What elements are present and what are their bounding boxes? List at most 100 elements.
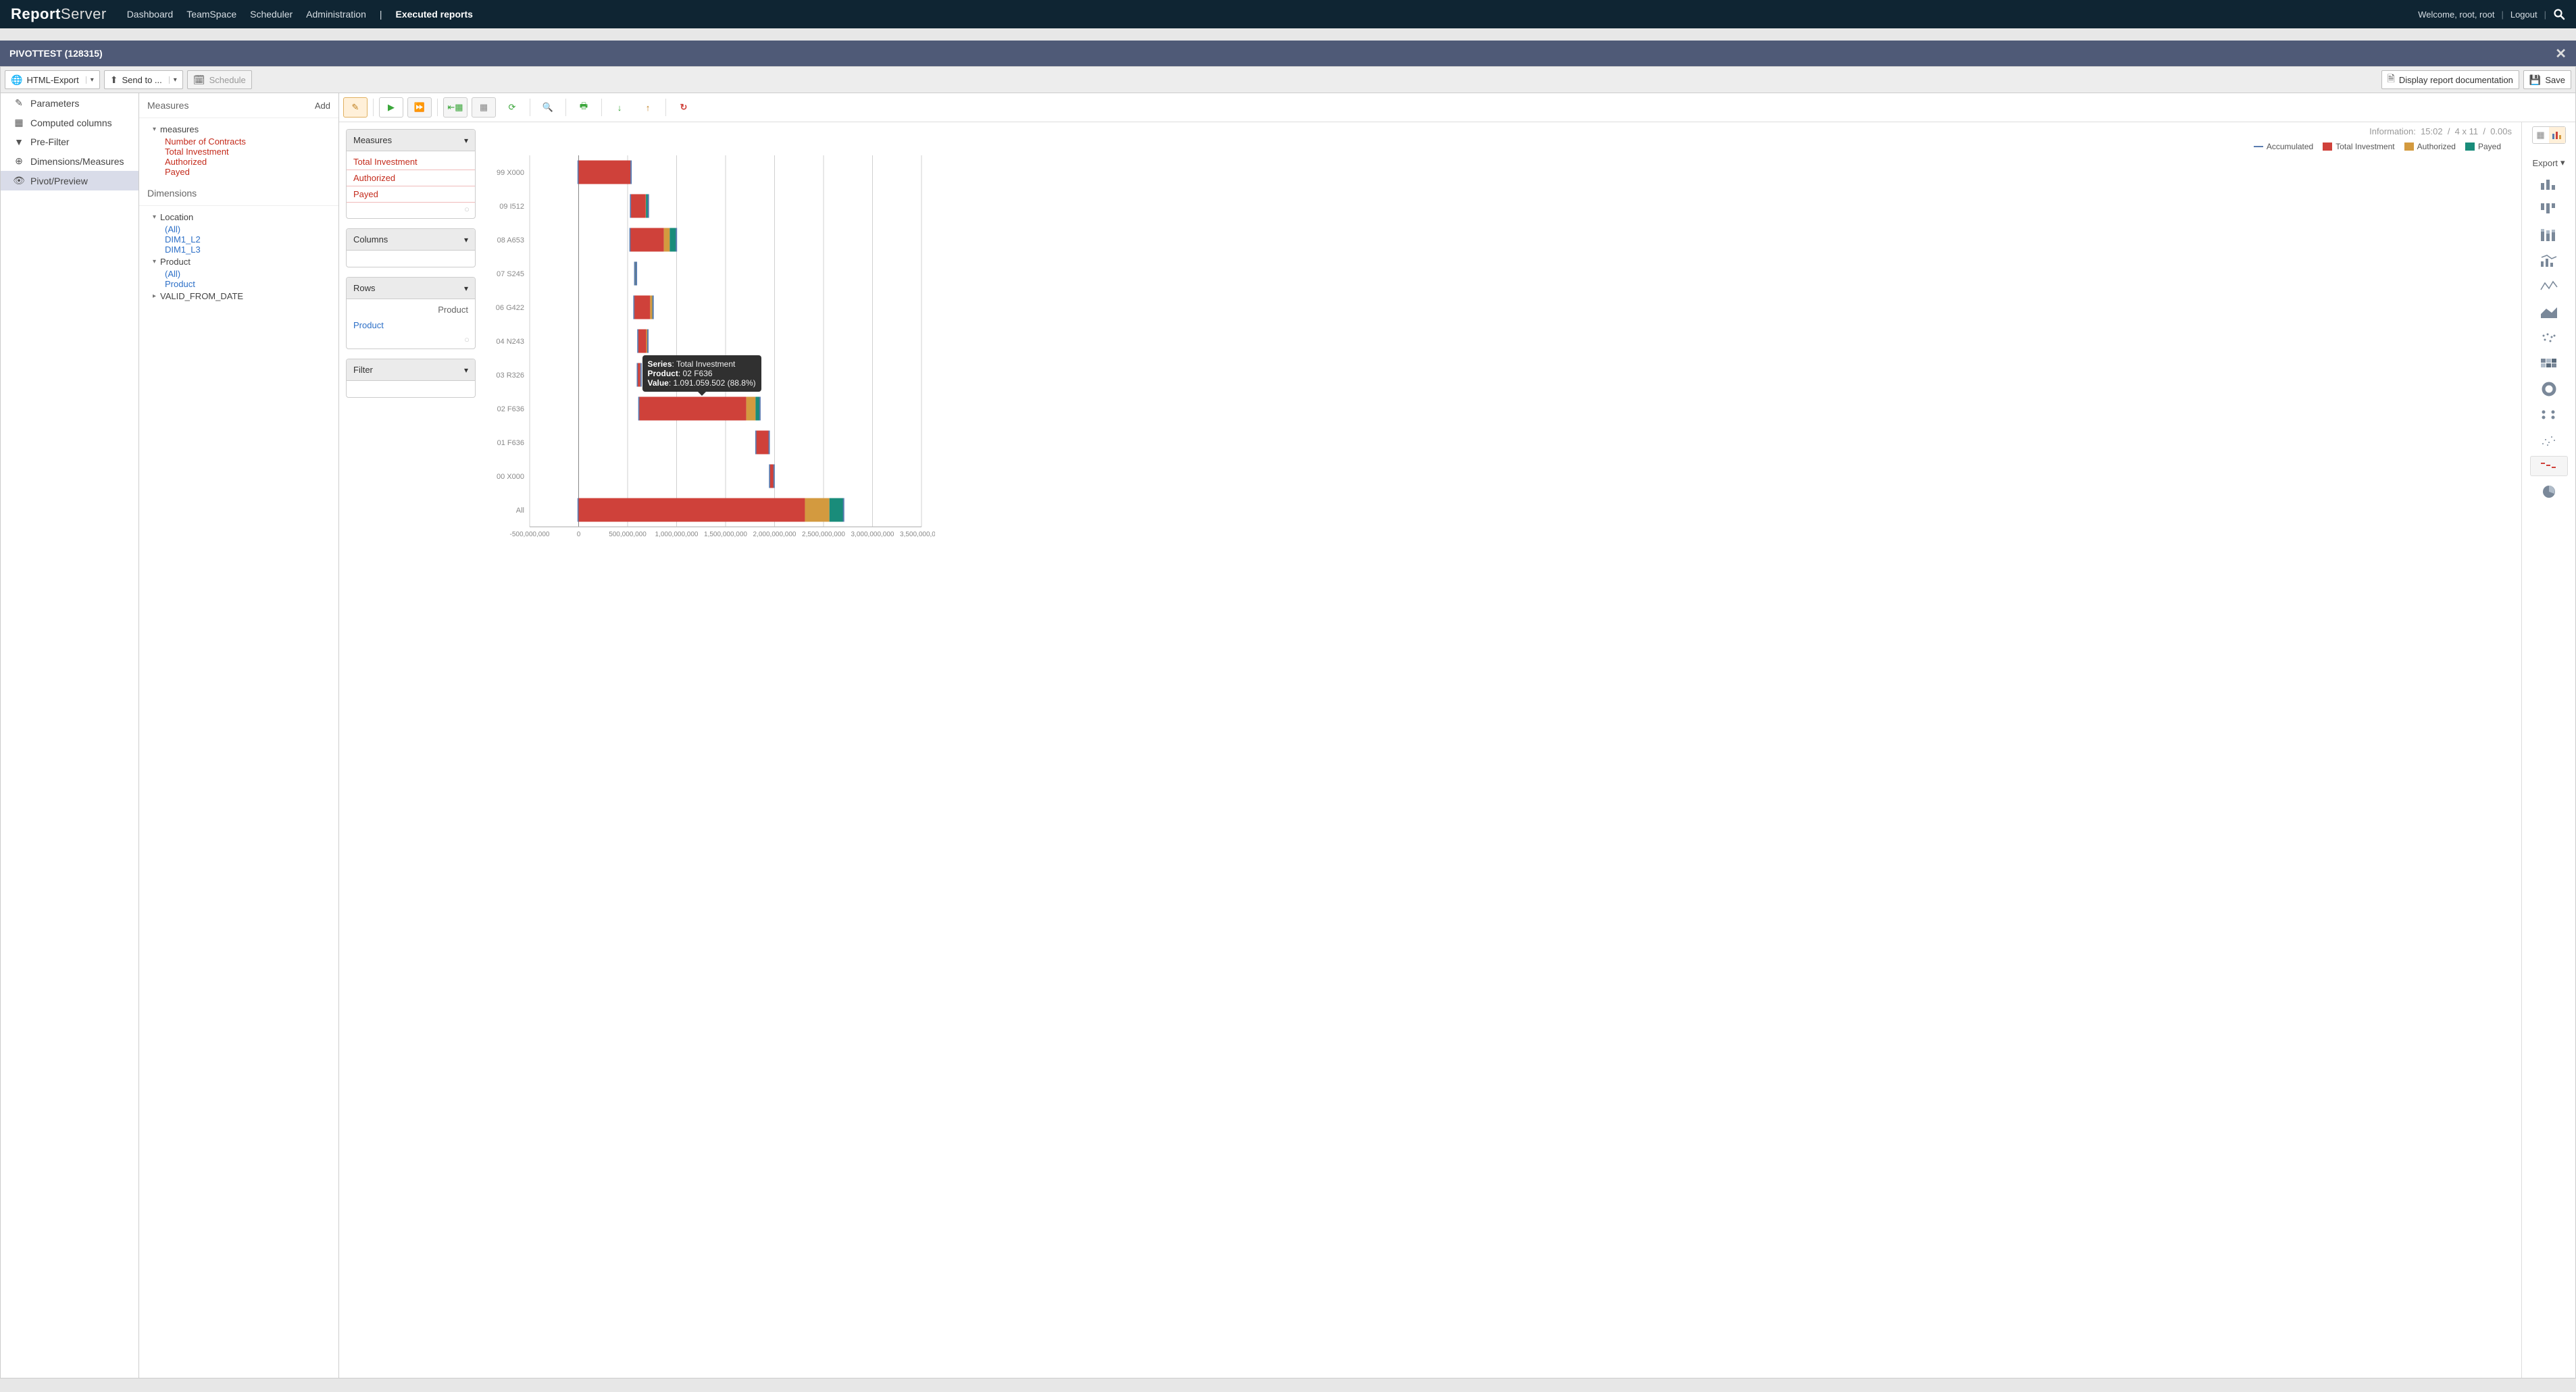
download-icon: ↓ [617,103,622,113]
svg-text:06 G422: 06 G422 [496,304,524,312]
sidebar-item-computed-columns[interactable]: ▦Computed columns [1,113,138,132]
svg-text:04 N243: 04 N243 [496,338,524,346]
legend: Accumulated Total Investment Authorized … [482,139,2521,155]
location-dim1l2[interactable]: DIM1_L2 [146,234,332,244]
sidebar-item-icon: ▼ [13,136,25,147]
nav-teamspace[interactable]: TeamSpace [186,9,236,20]
export-dropdown[interactable]: Export ▾ [2532,157,2565,168]
printer-icon: 🖶 [580,100,588,115]
location-group[interactable]: ▾Location [146,210,332,224]
zoom-button[interactable]: 🔍 [536,97,560,118]
validfrom-group[interactable]: ▸VALID_FROM_DATE [146,289,332,303]
product-all[interactable]: (All) [146,269,332,279]
chevron-down-icon[interactable]: ▾ [464,284,468,293]
chart-wrap: Information: 15:02 / 4 x 11 / 0.00s Accu… [482,122,2521,1378]
grid-icon: ▦ [480,102,488,113]
chart-mode-icon[interactable] [2549,127,2565,143]
upload-button[interactable]: ↑ [636,97,660,118]
refresh-button[interactable]: ⟳ [500,97,524,118]
close-icon[interactable]: ✕ [2555,45,2567,62]
chart-type-bar-icon[interactable] [2530,174,2568,194]
measures-tree: ▾measures Number of ContractsTotal Inves… [139,118,338,181]
logout-link[interactable]: Logout [2510,9,2537,20]
chart-zone: Measures▾ Total InvestmentAuthorizedPaye… [339,122,2575,1378]
chart-type-pie-icon[interactable] [2530,482,2568,502]
sidebar-item-pivot-preview[interactable]: 👁Pivot/Preview [1,171,138,190]
chart-type-density-icon[interactable] [2530,328,2568,348]
chevron-down-icon[interactable]: ▾ [464,365,468,375]
location-dim1l3[interactable]: DIM1_L3 [146,244,332,255]
chart-toolbar: ✎ ▶ ⏩ ⇤▦ ▦ ⟳ 🔍 🖶 ↓ ↑ ↻ [339,93,2575,122]
globe-icon: 🌐 [11,74,22,86]
table-mode-icon[interactable]: ▦ [2533,127,2549,143]
edit-button[interactable]: ✎ [343,97,368,118]
dimensions-heading: Dimensions [139,181,338,206]
cfg-columns[interactable]: Columns▾ [346,228,476,267]
chart-type-bar-down-icon[interactable] [2530,199,2568,220]
chart-type-waterfall-icon[interactable] [2530,456,2568,476]
nav-scheduler[interactable]: Scheduler [250,9,293,20]
handle-icon[interactable]: ○ [347,203,475,215]
chevron-down-icon[interactable]: ▾ [86,76,94,84]
chart-type-area-icon[interactable] [2530,302,2568,322]
left-sidebar: ✎Parameters▦Computed columns▼Pre-Filter⊕… [1,93,139,1378]
cfg-measure-item[interactable]: Total Investment [347,154,475,170]
measure-item[interactable]: Total Investment [146,147,332,157]
nav-dashboard[interactable]: Dashboard [127,9,174,20]
chart-type-heatmap-icon[interactable] [2530,353,2568,373]
send-to-button[interactable]: ⬆Send to ...▾ [104,70,183,89]
measure-item[interactable]: Number of Contracts [146,136,332,147]
sidebar-item-pre-filter[interactable]: ▼Pre-Filter [1,132,138,151]
handle-icon[interactable]: ○ [347,333,475,346]
print-button[interactable]: 🖶 [572,97,596,118]
sidebar-item-dimensions-measures[interactable]: ⊕Dimensions/Measures [1,151,138,171]
chevron-down-icon: ▾ [2560,157,2565,168]
html-export-button[interactable]: 🌐HTML-Export▾ [5,70,100,89]
caret-down-icon: ▾ [153,126,156,133]
play-icon: ▶ [388,102,395,113]
svg-text:0: 0 [577,531,581,538]
chart-type-dots-icon[interactable] [2530,405,2568,425]
play-button[interactable]: ▶ [379,97,403,118]
product-item[interactable]: Product [146,279,332,289]
nav-executed[interactable]: Executed reports [396,9,473,20]
display-doc-button[interactable]: 🗎Display report documentation [2381,70,2519,89]
grid-in-button[interactable]: ⇤▦ [443,97,468,118]
chart-type-scatter-icon[interactable] [2530,430,2568,450]
sidebar-item-parameters[interactable]: ✎Parameters [1,93,138,113]
chart-type-stacked-icon[interactable] [2530,225,2568,245]
cfg-filter[interactable]: Filter▾ [346,359,476,398]
nav-administration[interactable]: Administration [306,9,366,20]
reset-button[interactable]: ↻ [672,97,696,118]
chart-type-combo-icon[interactable] [2530,251,2568,271]
chart-type-line-icon[interactable] [2530,276,2568,297]
search-icon[interactable] [2553,8,2565,20]
measures-group[interactable]: ▾measures [146,122,332,136]
waterfall-chart[interactable]: -500,000,0000500,000,0001,000,000,0001,5… [482,155,935,547]
fast-play-button[interactable]: ⏩ [407,97,432,118]
schedule-button: 🗓Schedule [187,70,252,89]
cfg-measures[interactable]: Measures▾ Total InvestmentAuthorizedPaye… [346,129,476,219]
location-all[interactable]: (All) [146,224,332,234]
add-link[interactable]: Add [315,101,330,111]
svg-text:500,000,000: 500,000,000 [609,531,647,538]
download-button[interactable]: ↓ [607,97,632,118]
chevron-down-icon[interactable]: ▾ [464,136,468,145]
chart-type-donut-icon[interactable] [2530,379,2568,399]
measure-item[interactable]: Authorized [146,157,332,167]
chevron-down-icon[interactable]: ▾ [169,76,177,84]
cfg-measure-item[interactable]: Authorized [347,170,475,186]
measure-item[interactable]: Payed [146,167,332,177]
svg-text:01 F636: 01 F636 [497,439,524,447]
grid-button[interactable]: ▦ [472,97,496,118]
cfg-rows[interactable]: Rows▾ Product Product ○ [346,277,476,349]
rows-item[interactable]: Product [347,317,475,333]
chart-type-bar: ▦ Export ▾ [2521,122,2575,1378]
chevron-down-icon[interactable]: ▾ [464,235,468,244]
save-button[interactable]: 💾Save [2523,70,2571,89]
product-group[interactable]: ▾Product [146,255,332,269]
cfg-measure-item[interactable]: Payed [347,186,475,203]
svg-text:08 A653: 08 A653 [497,236,524,244]
config-column: Measures▾ Total InvestmentAuthorizedPaye… [339,122,482,1378]
grid-in-icon: ⇤▦ [447,102,463,113]
